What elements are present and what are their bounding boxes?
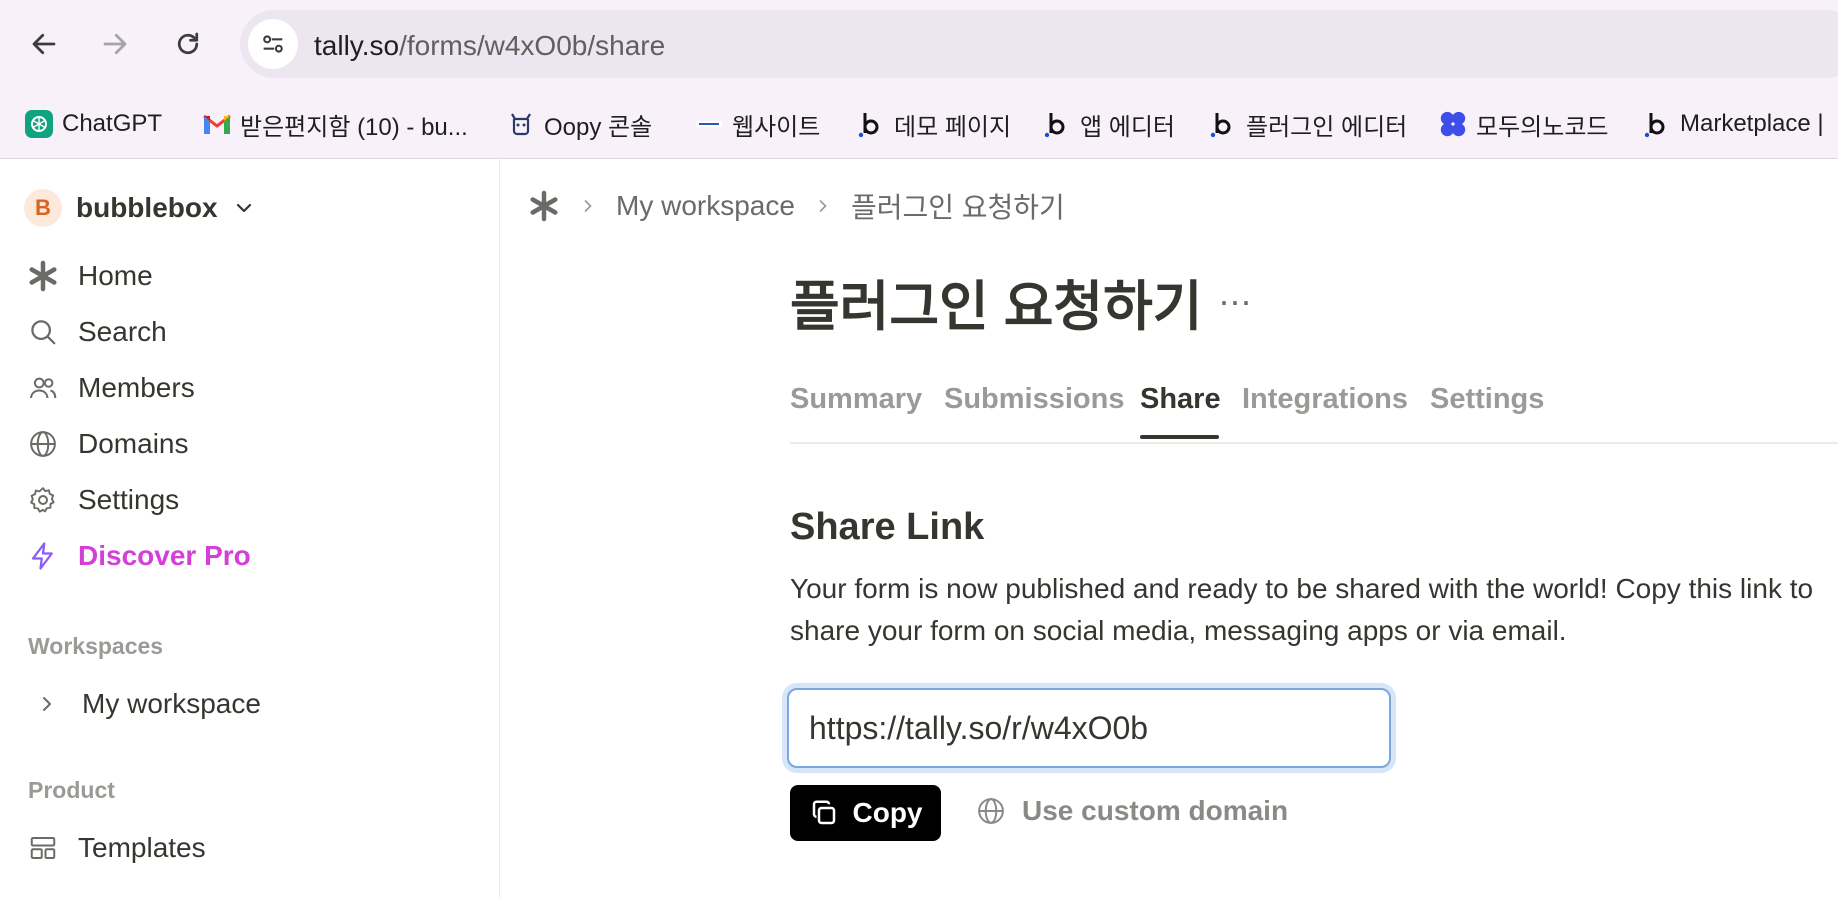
breadcrumb: My workspace 플러그인 요청하기 [528,186,1065,226]
bookmark-app-editor[interactable]: 앱 에디터 [1042,104,1175,144]
sidebar: B bubblebox Home Search Members Domains … [0,159,500,898]
lightning-icon [26,539,60,573]
share-link-heading: Share Link [790,506,985,548]
copy-icon [812,800,835,825]
workspace-name: bubblebox [76,192,218,223]
workspace-switcher[interactable]: B bubblebox [24,189,256,227]
copy-button-label: Copy [852,797,923,828]
bookmark-chatgpt[interactable]: ChatGPT [24,104,162,144]
sidebar-item-label: Discover Pro [78,540,251,571]
bookmark-label: Oopy 콘솔 [544,113,653,141]
sidebar-item-members[interactable]: Members [26,371,195,405]
sidebar-item-discover-pro[interactable]: Discover Pro [26,539,251,573]
back-button[interactable] [26,26,62,62]
sidebar-item-search[interactable]: Search [26,315,167,349]
chevron-right-icon [584,200,592,212]
chatgpt-icon [24,109,54,139]
bookmark-oopy[interactable]: Oopy 콘솔 [506,104,652,144]
gear-icon [26,483,60,517]
sidebar-item-label: Domains [78,428,189,459]
chevron-right-icon [819,200,827,212]
reload-icon [177,32,199,55]
browser-toolbar: tally.so/forms/w4xO0b/share [0,0,1838,88]
bookmarks-bar: ChatGPT 받은편지함 (10) - bu... Oopy 콘솔 웹사이트 … [0,88,1838,159]
bubble-icon [1208,109,1238,139]
tab-settings[interactable]: Settings [1430,383,1544,416]
bookmark-label: 플러그인 에디터 [1246,113,1408,141]
oopy-icon [506,109,536,139]
sidebar-item-label: Home [78,260,153,291]
bubble-icon [1642,109,1672,139]
sidebar-workspace-item[interactable]: My workspace [30,687,261,721]
website-icon [694,109,724,139]
asterisk-icon [26,259,60,293]
sidebar-item-home[interactable]: Home [26,259,153,293]
url-host: tally.so [314,30,400,61]
more-options-button[interactable]: ··· [1218,280,1252,322]
bookmark-label: 모두의노코드 [1476,113,1609,141]
bookmark-demo-page[interactable]: 데모 페이지 [856,104,1011,144]
forward-arrow-icon [103,33,127,55]
templates-icon [26,831,60,865]
workspace-avatar: B [24,189,62,227]
active-tab-indicator [1140,435,1219,439]
bookmark-marketplace[interactable]: Marketplace | [1642,104,1824,144]
search-icon [26,315,60,349]
globe-icon [978,798,1004,824]
back-arrow-icon [32,33,56,55]
bubble-icon [856,109,886,139]
bookmark-modunocode[interactable]: 모두의노코드 [1438,104,1608,144]
sidebar-item-label: Members [78,372,195,403]
address-bar[interactable]: tally.so/forms/w4xO0b/share [240,10,1838,78]
tab-share[interactable]: Share [1140,383,1221,416]
sidebar-item-domains[interactable]: Domains [26,427,188,461]
url-text[interactable]: tally.so/forms/w4xO0b/share [314,30,665,62]
bookmark-label: 웹사이트 [732,113,821,141]
tally-logo-icon[interactable] [528,190,560,222]
custom-domain-label: Use custom domain [1022,795,1289,826]
bookmark-label: 앱 에디터 [1080,113,1175,141]
sidebar-item-templates[interactable]: Templates [26,831,206,865]
sidebar-item-label: Templates [78,832,206,863]
globe-icon [26,427,60,461]
share-link-description: Your form is now published and ready to … [790,573,1814,646]
bookmark-label: ChatGPT [62,110,163,137]
sidebar-item-label: Settings [78,484,180,515]
chevron-down-icon [236,203,251,213]
members-icon [26,371,60,405]
bookmark-label: 받은편지함 (10) - bu... [240,113,468,141]
tune-icon [263,35,283,53]
tab-integrations[interactable]: Integrations [1242,383,1408,416]
bubble-icon [1042,109,1072,139]
page-title: 플러그인 요청하기 [790,277,1203,337]
share-link-input[interactable] [787,688,1391,768]
sidebar-item-label: Search [78,316,167,347]
use-custom-domain-button[interactable]: Use custom domain [976,795,1288,827]
chevron-right-icon[interactable] [30,687,64,721]
sidebar-item-label: My workspace [82,688,261,719]
breadcrumb-workspace[interactable]: My workspace [616,190,795,222]
url-path: /forms/w4xO0b/share [399,30,666,61]
tab-summary[interactable]: Summary [790,383,922,416]
reload-button[interactable] [170,26,206,62]
workspaces-heading: Workspaces [28,633,164,659]
modunocode-icon [1438,109,1468,139]
product-heading: Product [28,777,115,803]
bookmark-gmail[interactable]: 받은편지함 (10) - bu... [202,104,468,144]
site-info-button[interactable] [248,19,298,69]
forward-button[interactable] [97,26,133,62]
copy-button[interactable]: Copy [790,785,941,841]
bookmark-label: 데모 페이지 [894,113,1012,141]
sidebar-item-settings[interactable]: Settings [26,483,179,517]
bookmark-label: Marketplace | [1680,110,1824,137]
tab-submissions[interactable]: Submissions [944,383,1125,416]
bookmark-plugin-editor[interactable]: 플러그인 에디터 [1208,104,1407,144]
breadcrumb-form[interactable]: 플러그인 요청하기 [851,186,1065,226]
bookmark-website[interactable]: 웹사이트 [694,104,820,144]
gmail-icon [202,109,232,139]
